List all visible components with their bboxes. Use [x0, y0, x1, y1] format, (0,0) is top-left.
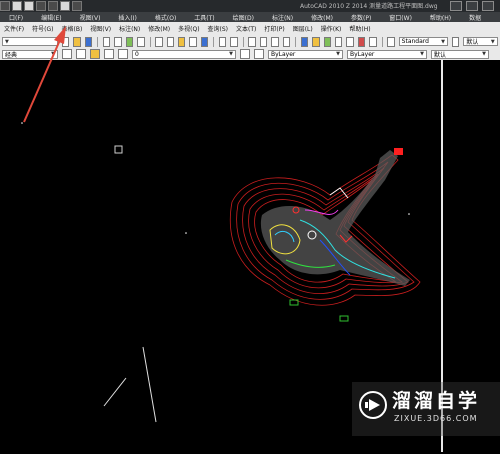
arrow-shaft	[23, 39, 61, 123]
watermark-url: ZIXUE.3D66.COM	[394, 414, 478, 423]
arrow-head-icon	[54, 26, 66, 44]
watermark-brand: 溜溜自学	[392, 390, 481, 412]
play-logo-icon	[359, 391, 387, 419]
watermark: 溜溜自学 ZIXUE.3D66.COM	[352, 382, 500, 436]
